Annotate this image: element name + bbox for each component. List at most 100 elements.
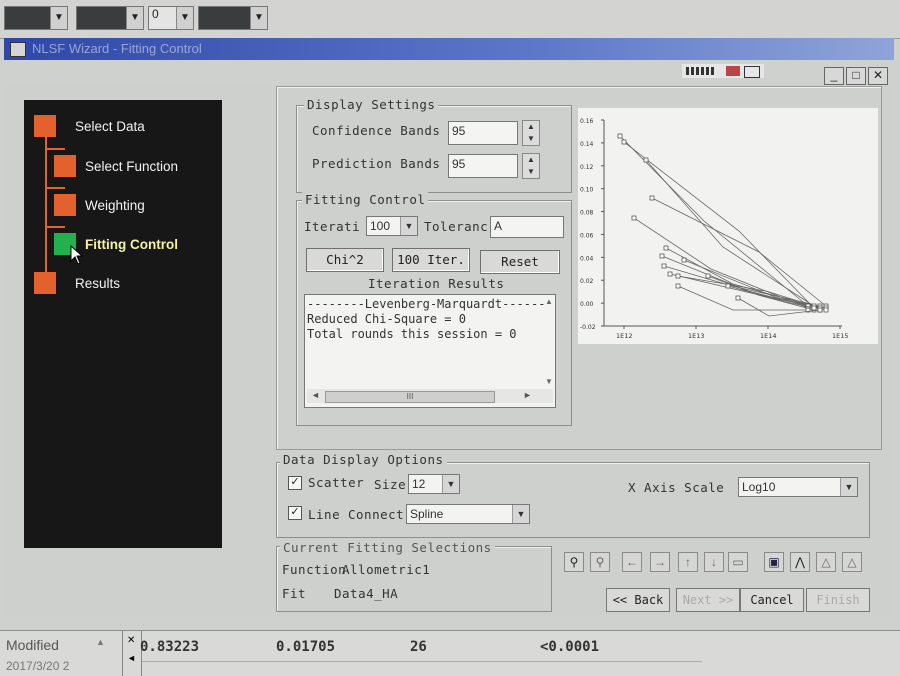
- toolbar-combo-2[interactable]: ▼: [76, 6, 144, 30]
- arrow-up-icon[interactable]: ↑: [678, 552, 698, 572]
- status-value-2: 0.01705: [276, 639, 336, 655]
- size-dropdown[interactable]: 12 ▼: [408, 474, 460, 494]
- step-marker-results[interactable]: [34, 272, 56, 294]
- scroll-thumb[interactable]: III: [325, 391, 495, 403]
- maximize-button[interactable]: □: [846, 67, 866, 85]
- finish-button[interactable]: Finish: [806, 588, 870, 612]
- graph-shape-icon[interactable]: △: [842, 552, 862, 572]
- iterations-dropdown[interactable]: 100 ▼: [366, 216, 418, 236]
- rescale-icon[interactable]: ▭: [728, 552, 748, 572]
- arrow-right-icon[interactable]: →: [650, 552, 670, 572]
- graph-point: [811, 305, 817, 311]
- iteration-results-box[interactable]: --------Levenberg-Marquardt------ Reduce…: [304, 294, 556, 408]
- prediction-bands-spinner[interactable]: ▲ ▼: [522, 153, 540, 179]
- graph-peak-icon[interactable]: △: [816, 552, 836, 572]
- app-icon: [10, 42, 26, 57]
- list-icon[interactable]: [744, 66, 760, 78]
- y-tick-label: 0.08: [580, 210, 594, 217]
- graph-fit-icon[interactable]: ⋀: [790, 552, 810, 572]
- graph-window-icon[interactable]: ▣: [764, 552, 784, 572]
- display-settings-title: Display Settings: [304, 97, 439, 112]
- chevron-down-icon: ▼: [126, 7, 143, 29]
- y-tick-label: 0.12: [580, 164, 594, 171]
- chevron-down-icon: ▼: [250, 7, 267, 29]
- scroll-up-icon[interactable]: ▲: [96, 637, 105, 647]
- toolbar-combo-3-value: 0: [152, 7, 159, 21]
- scroll-down-icon[interactable]: ▼: [545, 377, 553, 386]
- step-marker-weighting[interactable]: [54, 194, 76, 216]
- step-marker-select-data[interactable]: [34, 115, 56, 137]
- status-value-4: <0.0001: [540, 639, 600, 655]
- step-select-data[interactable]: Select Data: [75, 119, 145, 134]
- zoom-in-icon[interactable]: ⚲: [564, 552, 584, 572]
- close-button[interactable]: ✕: [868, 67, 888, 85]
- step-select-function[interactable]: Select Function: [85, 159, 178, 174]
- zoom-out-icon[interactable]: ⚲: [590, 552, 610, 572]
- scatter-checkbox[interactable]: ✓: [288, 476, 302, 490]
- graph-point: [661, 263, 667, 269]
- chevron-down-icon: ▼: [400, 217, 417, 235]
- iterations-value: 100: [370, 219, 391, 233]
- x-axis-scale-dropdown[interactable]: Log10 ▼: [738, 477, 858, 497]
- arrow-down-icon[interactable]: ↓: [704, 552, 724, 572]
- chevron-down-icon: ▼: [50, 7, 67, 29]
- y-tick-label: -0.02: [580, 324, 596, 331]
- scroll-left-icon[interactable]: ◄: [127, 653, 136, 663]
- graph-point: [681, 257, 687, 263]
- y-tick-label: 0.14: [580, 141, 594, 148]
- line-checkbox[interactable]: ✓: [288, 506, 302, 520]
- connect-value: Spline: [410, 507, 444, 521]
- results-line: Reduced Chi-Square = 0: [307, 312, 466, 326]
- next-button[interactable]: Next >>: [676, 588, 740, 612]
- step-marker-select-function[interactable]: [54, 155, 76, 177]
- graph-point: [621, 139, 627, 145]
- tolerance-field[interactable]: A: [490, 216, 564, 238]
- confidence-bands-label: Confidence Bands: [312, 123, 441, 138]
- x-axis-scale-label: X Axis Scale: [628, 480, 725, 495]
- results-line: --------Levenberg-Marquardt------: [307, 297, 546, 311]
- minimize-button[interactable]: _: [824, 67, 844, 85]
- wizard-connector-branch: [45, 187, 65, 189]
- chi-square-button[interactable]: Chi^2: [306, 248, 384, 272]
- y-tick-label: 0.06: [580, 232, 594, 239]
- chevron-down-icon: ▼: [512, 505, 529, 523]
- prediction-bands-field[interactable]: 95: [448, 154, 518, 178]
- x-axis-scale-value: Log10: [742, 480, 776, 494]
- wizard-connector-branch: [45, 226, 65, 228]
- chevron-down-icon: ▼: [176, 7, 193, 29]
- toolbar-combo-3[interactable]: 0 ▼: [148, 6, 194, 30]
- size-value: 12: [412, 477, 426, 491]
- connect-label: Connect: [348, 507, 405, 522]
- scroll-left-icon[interactable]: ◄: [311, 390, 320, 400]
- graph-point: [675, 283, 681, 289]
- scroll-right-icon[interactable]: ►: [523, 390, 532, 400]
- connect-dropdown[interactable]: Spline ▼: [406, 504, 530, 524]
- toolbar-combo-4[interactable]: ▼: [198, 6, 268, 30]
- confidence-bands-field[interactable]: 95: [448, 121, 518, 145]
- toolbar-combo-1[interactable]: ▼: [4, 6, 68, 30]
- status-row-scroller[interactable]: ✕ ◄: [122, 631, 142, 676]
- back-button[interactable]: << Back: [606, 588, 670, 612]
- x-tick-label: 1E12: [616, 332, 633, 340]
- graph-point: [735, 295, 741, 301]
- close-icon[interactable]: ✕: [127, 635, 135, 646]
- confidence-bands-spinner[interactable]: ▲ ▼: [522, 120, 540, 146]
- results-vscrollbar[interactable]: ▲ ▼: [543, 297, 555, 387]
- status-value-3: 26: [410, 639, 427, 655]
- step-results[interactable]: Results: [75, 276, 120, 291]
- cancel-button[interactable]: Cancel: [740, 588, 804, 612]
- arrow-left-icon[interactable]: ←: [622, 552, 642, 572]
- step-fitting-control[interactable]: Fitting Control: [85, 237, 178, 252]
- reset-button[interactable]: Reset: [480, 250, 560, 274]
- iterations-label: Iterati: [304, 219, 361, 234]
- results-hscrollbar[interactable]: ◄ III ►: [307, 389, 553, 403]
- window-title: NLSF Wizard - Fitting Control: [32, 41, 202, 56]
- step-weighting[interactable]: Weighting: [85, 198, 145, 213]
- record-icon[interactable]: [726, 66, 740, 76]
- x-tick-label: 1E15: [832, 332, 849, 340]
- graph-point: [667, 271, 673, 277]
- mouse-cursor-icon: [70, 245, 84, 265]
- 100-iterations-button[interactable]: 100 Iter.: [392, 248, 470, 272]
- fitting-control-title: Fitting Control: [302, 192, 429, 207]
- scroll-up-icon[interactable]: ▲: [545, 297, 553, 306]
